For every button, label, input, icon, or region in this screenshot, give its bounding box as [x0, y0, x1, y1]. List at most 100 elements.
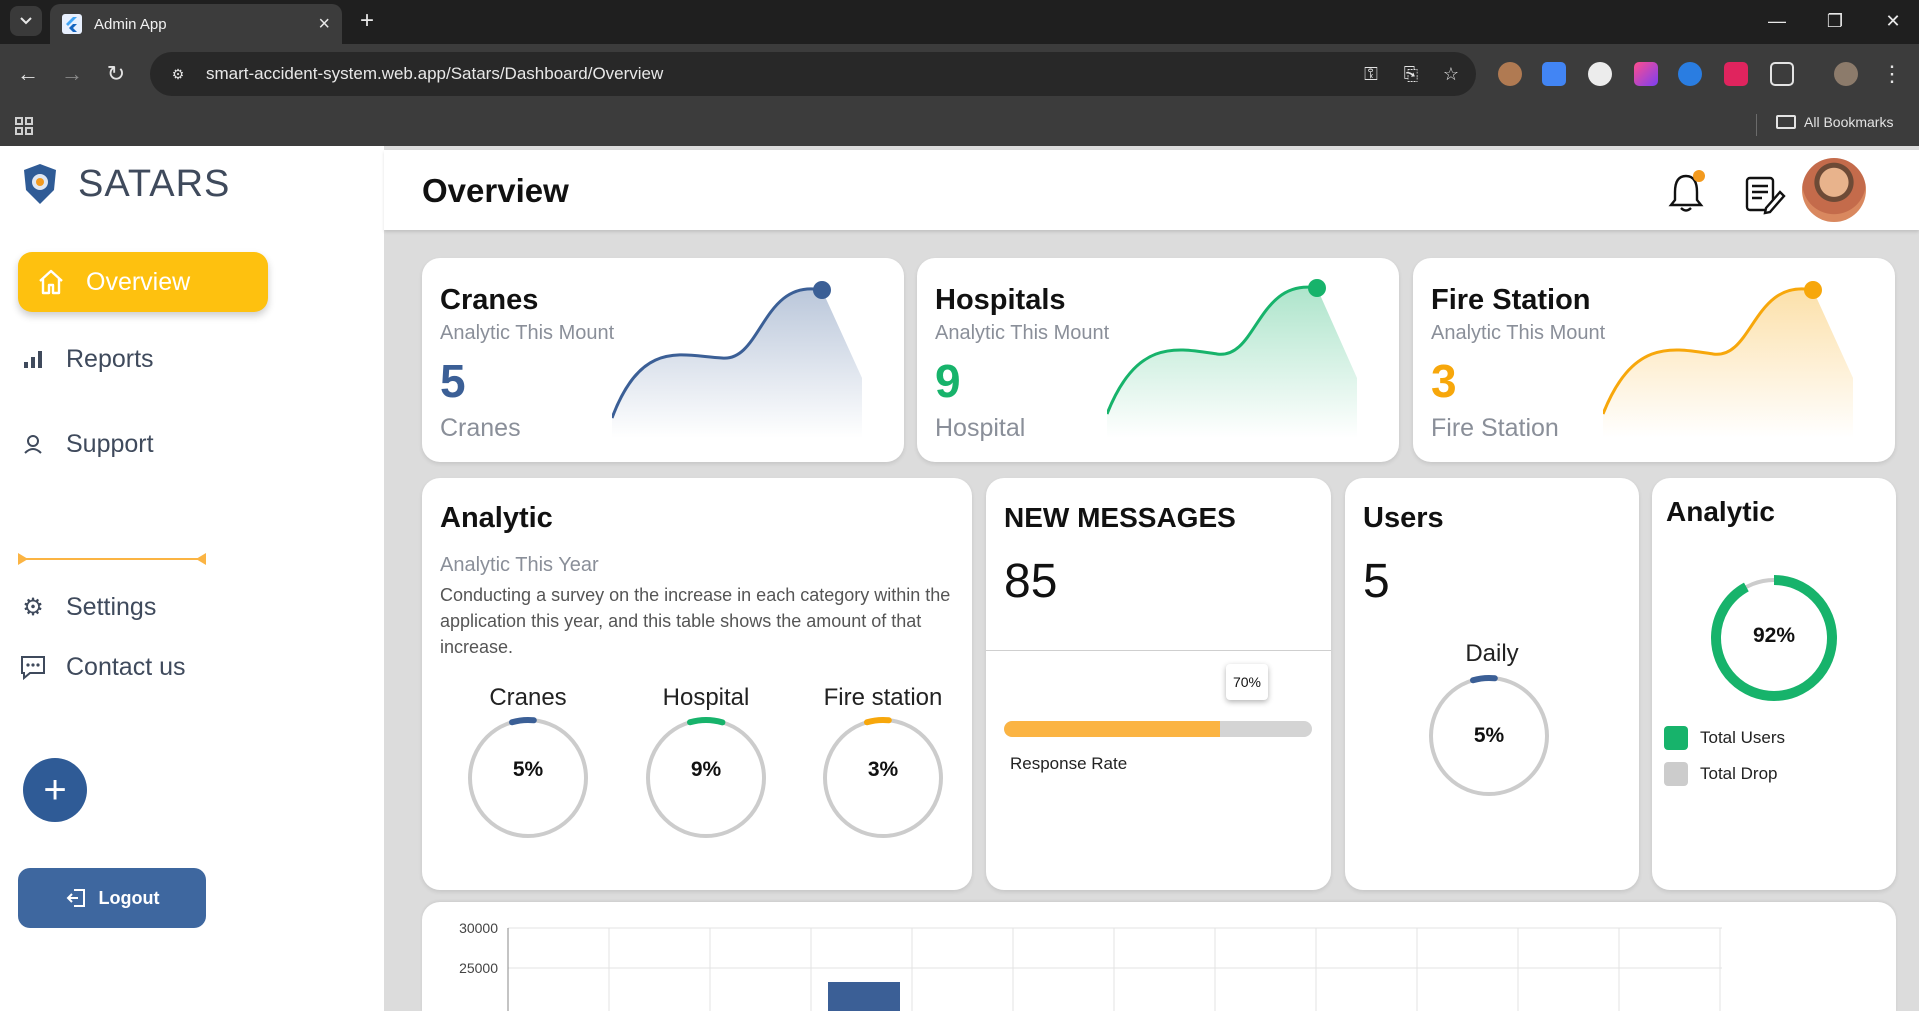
reload-button[interactable]: ↻ — [100, 58, 132, 90]
kpi-subtitle: Analytic This Mount — [1431, 322, 1606, 344]
kpi-card-cranes: Cranes Analytic This Mount 5 Cranes — [422, 258, 904, 462]
sidebar-item-label: Support — [66, 429, 154, 458]
minimize-button[interactable]: — — [1750, 4, 1804, 38]
site-settings-icon[interactable]: ⚙ — [166, 62, 190, 86]
kpi-unit: Cranes — [440, 414, 521, 442]
gauge-fire-station: Fire station 3% — [813, 684, 953, 845]
kpi-title: Hospitals — [935, 284, 1066, 316]
kpi-value: 5 — [440, 355, 466, 407]
users-count: 5 — [1363, 555, 1390, 608]
sidebar-item-contact[interactable]: Contact us — [18, 652, 186, 682]
sidebar-item-reports[interactable]: Reports — [18, 344, 154, 374]
kpi-title: Cranes — [440, 284, 539, 316]
shield-logo-icon — [24, 164, 56, 204]
users-title: Users — [1363, 502, 1444, 534]
new-tab-button[interactable]: + — [352, 6, 382, 36]
sidebar-item-settings[interactable]: ⚙ Settings — [18, 592, 156, 622]
bar[interactable] — [828, 982, 900, 1011]
daily-value: 5% — [1473, 724, 1505, 747]
all-bookmarks-label: All Bookmarks — [1804, 114, 1894, 130]
legend-swatch — [1664, 726, 1688, 750]
browser-tab[interactable]: Admin App × — [50, 4, 342, 44]
sidebar-divider — [18, 553, 206, 565]
bar-chart-icon — [18, 344, 48, 374]
tab-title: Admin App — [94, 15, 167, 33]
legend-swatch — [1664, 762, 1688, 786]
logout-button[interactable]: Logout — [18, 868, 206, 928]
restore-button[interactable]: ❐ — [1808, 4, 1862, 38]
response-rate-label: Response Rate — [1010, 754, 1128, 773]
notes-edit-icon[interactable] — [1742, 172, 1786, 216]
browser-tab-strip: Admin App × + — ❐ ✕ — [0, 0, 1919, 44]
analytic-description: Conducting a survey on the increase in e… — [440, 585, 951, 657]
app-root: SATARS Overview Reports Support ⚙ Settin… — [0, 146, 1919, 1011]
user-avatar[interactable] — [1802, 158, 1866, 222]
close-tab-icon[interactable]: × — [318, 14, 330, 34]
page-title: Overview — [422, 172, 569, 209]
sidebar-item-label: Reports — [66, 344, 154, 373]
y-tick-label: 25000 — [459, 960, 498, 976]
add-button[interactable]: + — [23, 758, 87, 822]
bar-chart-card: 30000 25000 — [422, 902, 1896, 1011]
forward-button[interactable]: → — [56, 58, 88, 90]
sidebar-item-overview[interactable]: Overview — [18, 252, 268, 312]
progress-tooltip: 70% — [1226, 664, 1268, 700]
close-window-button[interactable]: ✕ — [1866, 4, 1919, 38]
kpi-sparkline — [1107, 279, 1357, 438]
all-bookmarks-button[interactable]: All Bookmarks — [1776, 114, 1893, 130]
donut-title: Analytic — [1666, 496, 1775, 527]
extension-circle-icon[interactable] — [1588, 62, 1612, 86]
gauge-cranes: Cranes 5% — [458, 684, 598, 845]
analytic-card: Analytic Analytic This Year Conducting a… — [422, 478, 972, 890]
gauge-label: Cranes — [489, 684, 567, 711]
install-app-icon[interactable]: ⎘ — [1396, 59, 1426, 89]
sidebar: SATARS Overview Reports Support ⚙ Settin… — [0, 146, 384, 1011]
extension-owl-icon[interactable] — [1498, 62, 1522, 86]
notification-dot — [1693, 170, 1705, 182]
tab-search-button[interactable] — [10, 6, 42, 36]
kpi-title: Fire Station — [1431, 284, 1591, 316]
extension-pocket-icon[interactable] — [1724, 62, 1748, 86]
bookmark-star-icon[interactable]: ☆ — [1436, 59, 1466, 89]
extensions-puzzle-icon[interactable] — [1770, 62, 1794, 86]
messages-card: NEW MESSAGES 85 70% Response Rate — [986, 478, 1331, 890]
kpi-value: 3 — [1431, 355, 1457, 407]
daily-label: Daily — [1465, 640, 1519, 667]
gauge-hospital: Hospital 9% — [636, 684, 776, 845]
gauge-value: 5% — [512, 758, 544, 781]
extension-sync-icon[interactable] — [1678, 62, 1702, 86]
messages-title: NEW MESSAGES — [1004, 502, 1236, 533]
extension-flag-icon[interactable] — [1634, 62, 1658, 86]
kpi-sparkline — [1603, 281, 1853, 438]
analytic-title: Analytic — [440, 502, 553, 534]
extension-translate-icon[interactable] — [1542, 62, 1566, 86]
kpi-subtitle: Analytic This Mount — [935, 322, 1110, 344]
gauge-label: Hospital — [662, 684, 750, 711]
url-text: smart-accident-system.web.app/Satars/Das… — [206, 64, 664, 83]
donut-value: 92% — [1752, 624, 1796, 647]
logout-icon — [66, 889, 85, 907]
donut-card: Analytic 92% Total Users Total Drop — [1652, 478, 1896, 890]
apps-grid-icon[interactable] — [14, 116, 34, 136]
kpi-subtitle: Analytic This Mount — [440, 322, 615, 344]
browser-menu-icon[interactable]: ⋮ — [1876, 58, 1908, 90]
sidebar-item-support[interactable]: Support — [18, 429, 154, 459]
legend-total-users: Total Users — [1664, 726, 1785, 750]
profile-avatar-icon[interactable] — [1834, 62, 1858, 86]
support-icon — [18, 429, 48, 459]
kpi-card-hospitals: Hospitals Analytic This Mount 9 Hospital — [917, 258, 1399, 462]
chevron-down-icon — [20, 17, 32, 25]
page-header: Overview — [384, 150, 1919, 230]
back-button[interactable]: ← — [12, 58, 44, 90]
sidebar-item-label: Settings — [66, 592, 157, 621]
folder-icon — [1776, 115, 1796, 129]
kpi-unit: Hospital — [935, 414, 1026, 442]
home-icon — [39, 269, 63, 295]
gear-icon: ⚙ — [22, 593, 44, 621]
brand: SATARS — [20, 162, 230, 206]
address-bar[interactable]: ⚙ smart-accident-system.web.app/Satars/D… — [150, 52, 1476, 96]
gauge-label: Fire station — [823, 684, 943, 711]
chat-icon — [18, 652, 48, 682]
password-key-icon[interactable]: ⚿ — [1356, 59, 1386, 89]
messages-count: 85 — [1004, 555, 1058, 608]
